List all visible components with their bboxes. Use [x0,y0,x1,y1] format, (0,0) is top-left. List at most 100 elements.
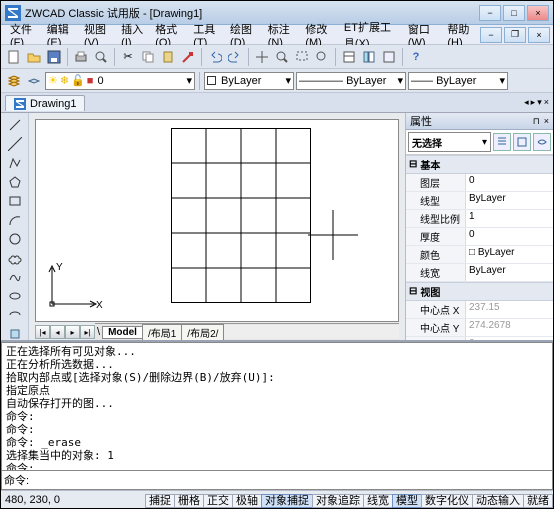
doc-restore-button[interactable]: ❐ [504,27,526,43]
layer-toolbar: ☀❄🔓■ 0 ▾ ByLayer▾ ———— ByLayer▾ —— ByLay… [1,69,553,93]
status-栅格[interactable]: 栅格 [174,494,204,508]
status-对象捕捉[interactable]: 对象捕捉 [261,494,313,508]
tab-first[interactable]: |◂ [35,325,50,339]
layout2-tab[interactable]: /布局2/ [181,324,224,341]
status-捕捉[interactable]: 捕捉 [145,494,175,508]
layer-manager-icon[interactable] [5,72,23,90]
close-button[interactable]: × [527,5,549,21]
revcloud-icon[interactable] [6,250,24,266]
prop-row[interactable]: 厚度0 [406,228,553,246]
status-极轴[interactable]: 极轴 [232,494,262,508]
prop-row[interactable]: 线型ByLayer [406,192,553,210]
linetype-dropdown[interactable]: ———— ByLayer▾ [296,72,406,90]
standard-toolbar: ✂ ? [1,45,553,69]
prop-row[interactable]: 线宽ByLayer [406,264,553,282]
app-window: ZWCAD Classic 试用版 - [Drawing1] − □ × 文件(… [0,0,554,509]
model-tab[interactable]: Model [102,326,143,339]
doc-minimize-button[interactable]: − [480,27,502,43]
quickselect-icon[interactable] [493,133,511,151]
pin-icon[interactable]: ⊓ [533,116,540,127]
status-对象追踪[interactable]: 对象追踪 [312,494,364,508]
draw-toolbar [1,113,29,340]
tab-close[interactable]: × [544,97,549,108]
pan-icon[interactable] [253,48,271,66]
status-就绪[interactable]: 就绪 [523,494,553,508]
coordinates[interactable]: 480, 230, 0 [1,494,81,506]
crosshair-cursor [308,210,358,260]
arc-icon[interactable] [6,212,24,228]
properties-title: 属性 [410,113,432,129]
xline-icon[interactable] [6,136,24,152]
command-history[interactable]: 正在选择所有可见对象... 正在分析所选数据... 拾取内部点或[选择对象(S)… [1,342,553,471]
circle-icon[interactable] [6,231,24,247]
prop-row[interactable]: 颜色□ ByLayer [406,246,553,264]
pickadd-icon[interactable] [513,133,531,151]
drawing-canvas[interactable]: Y X [35,119,399,322]
matchprop-icon[interactable] [179,48,197,66]
drawing-icon [14,98,26,110]
paste-icon[interactable] [159,48,177,66]
layer-prev-icon[interactable] [25,72,43,90]
prop-row[interactable]: 中心点 X237.15 [406,301,553,319]
rectangle-icon[interactable] [6,193,24,209]
canvas-area: Y X |◂ ◂ ▸ ▸| \ Model /布局1 /布局2/ [29,113,405,340]
new-icon[interactable] [5,48,23,66]
menubar: 文件(F) 编辑(E) 视图(V) 插入(I) 格式(O) 工具(T) 绘图(D… [1,25,553,45]
status-模型[interactable]: 模型 [392,494,422,508]
tab-last[interactable]: ▸| [80,325,95,339]
toolpalette-icon[interactable] [380,48,398,66]
undo-icon[interactable] [206,48,224,66]
zoom-window-icon[interactable] [293,48,311,66]
polygon-icon[interactable] [6,174,24,190]
selectobj-icon[interactable] [533,133,551,151]
lineweight-dropdown[interactable]: —— ByLayer▾ [408,72,508,90]
layout1-tab[interactable]: /布局1 [142,324,182,341]
prop-row[interactable]: 中心点 Y274.2678 [406,319,553,337]
tab-prev[interactable]: ◂ [524,97,529,108]
ellipse-icon[interactable] [6,288,24,304]
tab-prev[interactable]: ◂ [50,325,65,339]
prop-row[interactable]: 图层0 [406,174,553,192]
maximize-button[interactable]: □ [503,5,525,21]
model-tab-row: |◂ ◂ ▸ ▸| \ Model /布局1 /布局2/ [35,324,399,340]
color-dropdown[interactable]: ByLayer▾ [204,72,294,90]
zoom-icon[interactable] [273,48,291,66]
command-input[interactable] [31,471,552,489]
command-prompt: 命令: [2,471,31,489]
cut-icon[interactable]: ✂ [119,48,137,66]
minimize-button[interactable]: − [479,5,501,21]
drawn-grid [171,128,311,303]
panel-close-icon[interactable]: × [544,116,549,127]
redo-icon[interactable] [226,48,244,66]
copy-icon[interactable] [139,48,157,66]
designcenter-icon[interactable] [360,48,378,66]
prop-group-view[interactable]: ⊟视图 [406,282,553,301]
line-icon[interactable] [6,117,24,133]
status-动态输入[interactable]: 动态输入 [472,494,524,508]
tab-list[interactable]: ▾ [537,97,542,108]
tab-prev2[interactable]: ▸ [531,97,536,108]
preview-icon[interactable] [92,48,110,66]
properties-header: 属性 ⊓ × [406,113,553,130]
zoom-prev-icon[interactable] [313,48,331,66]
ucs-icon: Y X [44,262,104,315]
save-icon[interactable] [45,48,63,66]
status-线宽[interactable]: 线宽 [363,494,393,508]
status-正交[interactable]: 正交 [203,494,233,508]
properties-icon[interactable] [340,48,358,66]
document-tab[interactable]: Drawing1 [5,95,85,111]
statusbar: 480, 230, 0 捕捉栅格正交极轴对象捕捉对象追踪线宽模型数字化仪动态输入… [1,490,553,508]
tab-next[interactable]: ▸ [65,325,80,339]
help-icon[interactable]: ? [407,48,425,66]
layer-dropdown[interactable]: ☀❄🔓■ 0 ▾ [45,72,195,90]
print-icon[interactable] [72,48,90,66]
prop-row[interactable]: 线型比例1 [406,210,553,228]
pline-icon[interactable] [6,155,24,171]
selection-dropdown[interactable]: 无选择▾ [408,132,491,152]
open-icon[interactable] [25,48,43,66]
status-数字化仪[interactable]: 数字化仪 [421,494,473,508]
spline-icon[interactable] [6,269,24,285]
prop-group-basic[interactable]: ⊟基本 [406,155,553,174]
doc-close-button[interactable]: × [528,27,550,43]
ellipsearc-icon[interactable] [6,307,24,323]
